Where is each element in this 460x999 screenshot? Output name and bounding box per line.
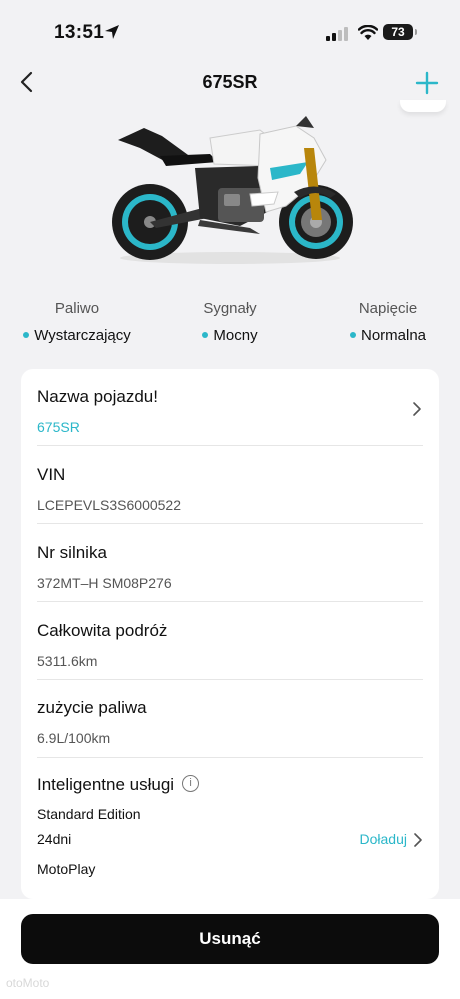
fuel-consumption-label: zużycie paliwa (37, 698, 147, 717)
mileage-value: 5311.6km (37, 653, 98, 669)
page-title: 675SR (202, 72, 258, 92)
smart-services-label: Inteligentne usługi (37, 775, 175, 794)
smart-services-header: Inteligentne usługi i (37, 775, 423, 795)
motoplay-label: MotoPlay (37, 861, 96, 877)
watermark-logo: otoMoto (6, 976, 50, 990)
vin-row: VIN LCEPEVLS3S6000522 (37, 465, 423, 513)
stat-fuel: Paliwo Wystarczający (22, 300, 132, 344)
divider (37, 679, 423, 680)
stat-signal: Sygnały Mocny (180, 300, 280, 344)
engine-value: 372MT–H SM08P276 (37, 575, 172, 591)
status-dot-icon (23, 332, 30, 339)
vin-value: LCEPEVLS3S6000522 (37, 497, 181, 513)
status-bar: 13:51 73 (0, 0, 460, 60)
motorcycle-image (112, 116, 353, 264)
vehicle-details-card: Nazwa pojazdu! 675SR VIN LCEPEVLS3S60005… (21, 369, 439, 899)
status-dot-icon (349, 332, 356, 339)
vehicle-name-label: Nazwa pojazdu! (37, 387, 158, 406)
topup-link[interactable]: Doładuj (359, 831, 423, 848)
divider (37, 757, 423, 758)
battery-indicator: 73 (383, 24, 413, 40)
divider (37, 523, 423, 524)
cellular-signal-icon (326, 27, 348, 41)
popup-edge (400, 100, 446, 112)
stat-voltage-text: Normalna (360, 327, 427, 344)
service-days-left: 24dni (37, 831, 72, 847)
engine-label: Nr silnika (37, 543, 107, 562)
status-dot-icon (202, 332, 209, 339)
vehicle-status: Paliwo Wystarczający Sygnały Mocny Napię… (0, 300, 460, 350)
stat-signal-value: Mocny (180, 327, 280, 344)
stat-signal-text: Mocny (213, 327, 258, 344)
mileage-label: Całkowita podróż (37, 621, 168, 640)
chevron-right-icon (414, 833, 422, 848)
stat-voltage-label: Napięcie (358, 300, 418, 317)
topup-label: Doładuj (359, 831, 407, 847)
stat-fuel-label: Paliwo (54, 300, 100, 317)
fuel-consumption-row: zużycie paliwa 6.9L/100km (37, 698, 423, 746)
fuel-consumption-value: 6.9L/100km (37, 730, 111, 746)
nav-bar: 675SR (0, 60, 460, 104)
chevron-right-icon (413, 402, 421, 416)
stat-fuel-text: Wystarczający (34, 327, 131, 344)
battery-tip (415, 29, 417, 35)
status-time: 13:51 (54, 22, 105, 43)
vin-label: VIN (37, 465, 66, 484)
divider (37, 445, 423, 446)
mileage-row: Całkowita podróż 5311.6km (37, 621, 423, 669)
service-edition: Standard Edition (37, 806, 141, 822)
divider (37, 601, 423, 602)
add-icon[interactable] (412, 68, 442, 98)
stat-fuel-value: Wystarczający (22, 327, 132, 344)
vehicle-name-value: 675SR (37, 419, 80, 435)
stat-signal-label: Sygnały (203, 300, 257, 317)
stat-voltage-value: Normalna (338, 327, 438, 344)
wifi-icon (358, 25, 378, 40)
location-arrow-icon (105, 25, 119, 39)
vehicle-name-row[interactable]: Nazwa pojazdu! 675SR (37, 387, 423, 435)
engine-row: Nr silnika 372MT–H SM08P276 (37, 543, 423, 591)
stat-voltage: Napięcie Normalna (338, 300, 438, 344)
info-icon[interactable]: i (182, 775, 200, 793)
delete-vehicle-button[interactable]: Usunąć (21, 914, 439, 964)
